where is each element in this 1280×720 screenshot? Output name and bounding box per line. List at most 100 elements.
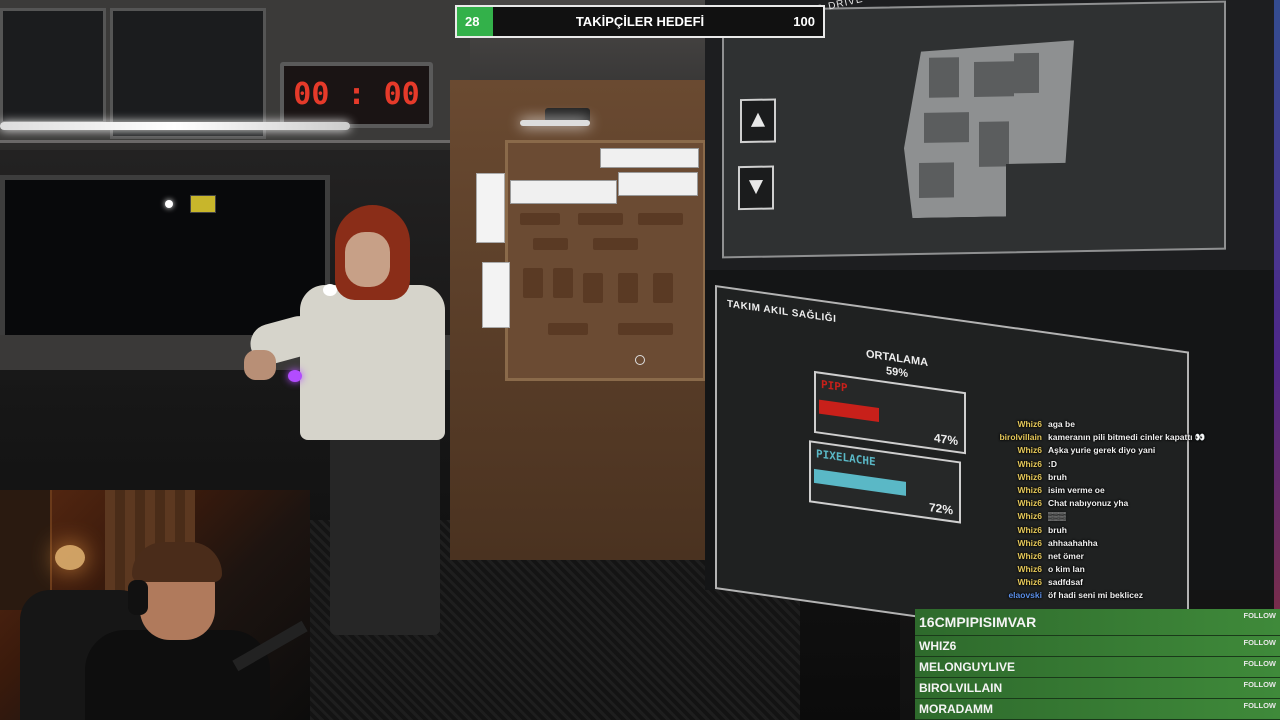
player-marker [323, 284, 337, 296]
streamer-body [85, 630, 270, 720]
chat-message: öf hadi seni mi beklicez [1048, 590, 1143, 601]
timer-display: 00 : 00 [280, 62, 433, 128]
follow-button[interactable]: FOLLOW [1244, 659, 1277, 669]
chat-message: net ömer [1048, 550, 1084, 561]
chat-username[interactable]: Whiz6 [990, 444, 1042, 457]
character-hand [244, 350, 276, 380]
sanity-bar [814, 468, 906, 496]
floor-up-button[interactable]: ▲ [740, 98, 776, 144]
follow-button[interactable]: FOLLOW [1244, 611, 1277, 621]
chat-line: Whiz6 Aşka yurie gerek diyo yani [990, 444, 1280, 457]
follower-row: WHIZ6 FOLLOW [915, 636, 1280, 657]
chat-line: birolvillain kameranın pili bitmedi cinle… [990, 431, 1280, 444]
chat-username[interactable]: Whiz6 [990, 471, 1042, 484]
chat-line: Whiz6 bruh [990, 524, 1280, 537]
chat-line: Whiz6 ▒▒▒ [990, 510, 1280, 523]
streamer-hair [132, 542, 222, 582]
goal-target: 100 [793, 14, 815, 29]
chat-line: elaovski öf hadi seni mi beklicez [990, 589, 1280, 602]
chat-username[interactable]: Whiz6 [990, 497, 1042, 510]
chat-line: Whiz6 ahhaahahha [990, 537, 1280, 550]
chat-username[interactable]: Whiz6 [990, 550, 1042, 563]
headphones-icon [128, 580, 148, 615]
chat-username[interactable]: Whiz6 [990, 563, 1042, 576]
board-item [583, 273, 603, 303]
board-item [618, 273, 638, 303]
chat-message: ahhaahahha [1048, 537, 1098, 548]
chat-overlay: Whiz6 aga be birolvillain kameranın pili bi… [990, 418, 1280, 606]
follow-button[interactable]: FOLLOW [1244, 638, 1277, 648]
chat-line: Whiz6 o kim lan [990, 563, 1280, 576]
follower-name: 16CMPIPISIMVAR [919, 614, 1037, 630]
chat-username[interactable]: Whiz6 [990, 576, 1042, 589]
chat-message: kameranın pili bitmedi cinler kapattı 👀 [1048, 432, 1206, 443]
chat-line: Whiz6 net ömer [990, 550, 1280, 563]
chat-username[interactable]: Whiz6 [990, 537, 1042, 550]
sanity-bar [819, 399, 879, 423]
board-note [618, 172, 698, 196]
player-name: PIPP [821, 377, 848, 395]
follower-name: MORADAMM [919, 702, 993, 716]
chat-username[interactable]: Whiz6 [990, 510, 1042, 523]
goal-label: TAKİPÇİLER HEDEFİ [575, 14, 705, 29]
chat-username[interactable]: birolvillain [990, 431, 1042, 444]
chat-line: Whiz6 sadfdsaf [990, 576, 1280, 589]
chat-message: ▒▒▒ [1048, 511, 1067, 522]
timer-text: 00 : 00 [293, 77, 420, 112]
chat-username[interactable]: Whiz6 [990, 484, 1042, 497]
follower-name: MELONGUYLIVE [919, 660, 1016, 674]
chat-username[interactable]: Whiz6 [990, 458, 1042, 471]
character-face [345, 232, 390, 287]
floor-plan-room [929, 57, 959, 98]
floor-plan-room [979, 121, 1009, 167]
player-sanity-card: PIXELACHE 72% [809, 440, 961, 524]
upper-left-screen [0, 8, 106, 124]
streamer-webcam [0, 490, 310, 720]
chat-line: Whiz6 aga be [990, 418, 1280, 431]
floor-plan-room [924, 112, 969, 143]
chat-message: Aşka yurie gerek diyo yani [1048, 445, 1156, 456]
wall-lamp [520, 120, 590, 126]
board-item [653, 273, 673, 303]
floor-plan-room [1014, 53, 1039, 93]
wall-paper [476, 173, 505, 243]
chat-username[interactable]: elaovski [990, 589, 1042, 602]
chat-message: Chat nabıyonuz yha [1048, 498, 1129, 509]
chat-username[interactable]: Whiz6 [990, 524, 1042, 537]
board-note [510, 180, 617, 204]
hand-light [288, 370, 302, 382]
player-percent: 47% [933, 430, 958, 449]
warning-sign [190, 195, 216, 213]
follow-button[interactable]: FOLLOW [1244, 680, 1277, 690]
upper-screen [110, 8, 266, 139]
follower-name: WHIZ6 [919, 639, 957, 653]
board-note [600, 148, 699, 168]
chat-message: o kim lan [1048, 564, 1085, 575]
board-item [638, 213, 683, 225]
follower-row: MELONGUYLIVE FOLLOW [915, 657, 1280, 678]
monitor-light-dot [165, 200, 173, 208]
chat-message: bruh [1048, 471, 1067, 482]
board-item [523, 268, 543, 298]
chat-line: Whiz6 :D [990, 458, 1280, 471]
follow-button[interactable]: FOLLOW [1244, 701, 1277, 711]
chat-message: sadfdsaf [1048, 577, 1083, 588]
character-body [300, 285, 445, 440]
crosshair-icon [635, 355, 645, 365]
player-name: PIXELACHE [816, 447, 876, 469]
chat-username[interactable]: Whiz6 [990, 418, 1042, 431]
board-item [520, 213, 560, 225]
arrow-down-icon: ▼ [744, 172, 768, 201]
follower-goal-bar: 28 TAKİPÇİLER HEDEFİ 100 [455, 5, 825, 38]
follower-row: MORADAMM FOLLOW [915, 699, 1280, 720]
arrow-up-icon: ▲ [746, 105, 770, 133]
chat-message: bruh [1048, 524, 1067, 535]
chat-line: Whiz6 Chat nabıyonuz yha [990, 497, 1280, 510]
character-legs [330, 435, 440, 635]
follower-row: 16CMPIPISIMVAR FOLLOW [915, 609, 1280, 636]
map-screen[interactable]: 6 TANGLEWOOD DRIVE ▲ ▼ [722, 0, 1226, 259]
floor-down-button[interactable]: ▼ [738, 165, 774, 211]
board-item [553, 268, 573, 298]
chat-message: :D [1048, 458, 1057, 469]
board-item [533, 238, 568, 250]
